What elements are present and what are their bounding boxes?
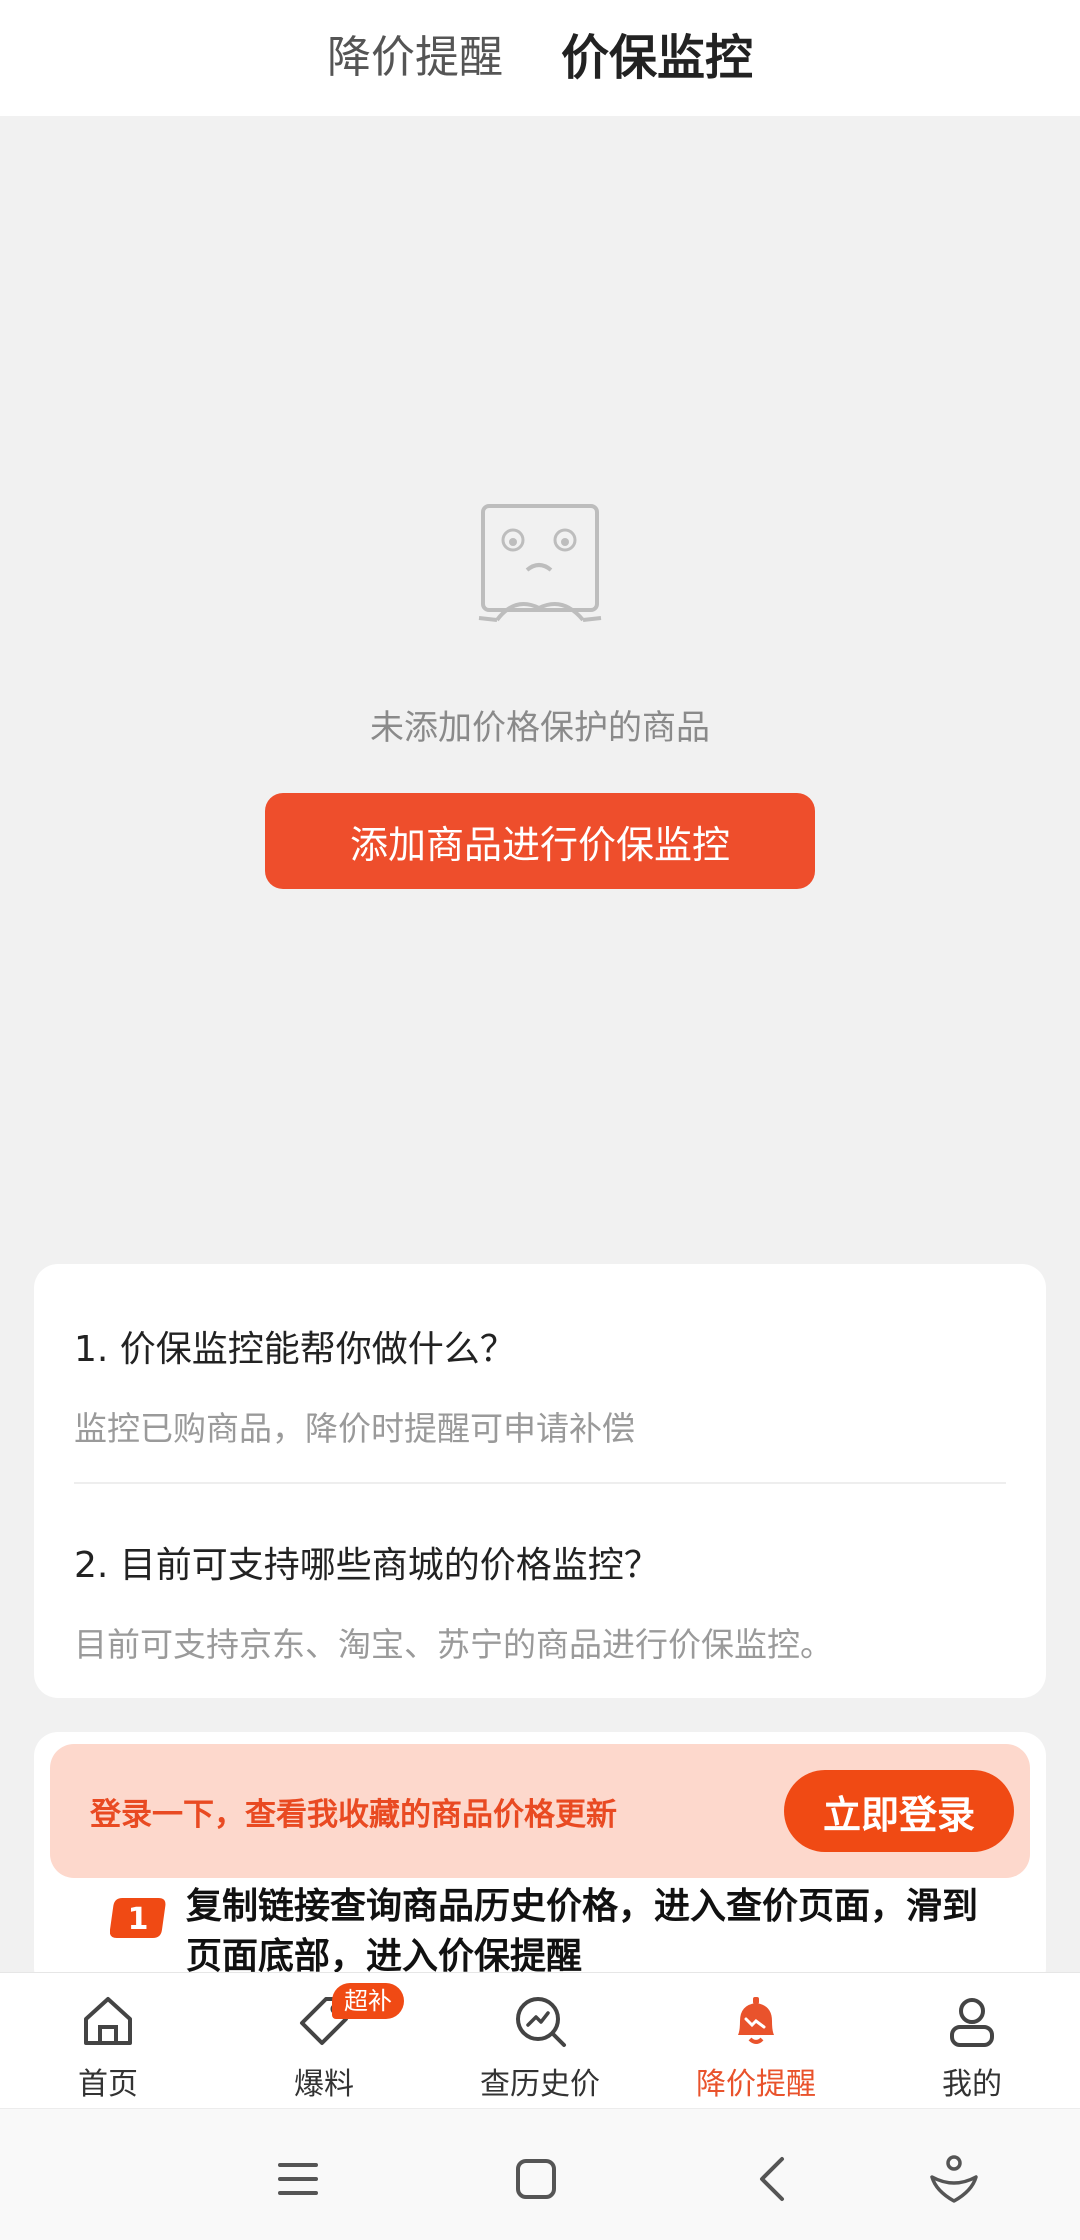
faq-answer: 监控已购商品，降价时提醒可申请补偿 [74, 1409, 635, 1448]
login-prompt-text: 登录一下，查看我收藏的商品价格更新 [90, 1796, 617, 1833]
faq-item: 2. 目前可支持哪些商城的价格监控？ 目前可支持京东、淘宝、苏宁的商品进行价保监… [74, 1536, 1006, 1666]
tab-price-protection-monitor[interactable]: 价保监控 [561, 34, 753, 82]
sad-face-box-icon [478, 504, 602, 622]
nav-label: 我的 [942, 2067, 1002, 2102]
nav-item-deals[interactable]: 超补 爆料 [216, 1973, 432, 2109]
nav-label: 降价提醒 [696, 2067, 816, 2102]
nav-label: 首页 [78, 2067, 138, 2102]
profile-icon [950, 1998, 994, 2047]
nav-item-home[interactable]: 首页 [0, 1973, 216, 2109]
home-square-icon[interactable] [506, 2149, 566, 2209]
add-product-monitor-button[interactable]: 添加商品进行价保监控 [265, 793, 815, 889]
tab-price-drop-alert[interactable]: 降价提醒 [327, 36, 503, 80]
bottom-nav: 首页 超补 爆料 查历史价 降价提醒 我的 [0, 1972, 1080, 2109]
menu-icon[interactable] [268, 2149, 328, 2209]
step-number: 1 [128, 1902, 149, 1937]
top-tab-bar: 降价提醒 价保监控 [0, 0, 1080, 116]
faq-divider [74, 1482, 1006, 1484]
login-button[interactable]: 立即登录 [784, 1770, 1014, 1852]
nav-label: 查历史价 [480, 2067, 600, 2102]
nav-item-profile[interactable]: 我的 [864, 1973, 1080, 2109]
nav-item-price-alert[interactable]: 降价提醒 [648, 1973, 864, 2109]
faq-card: 1. 价保监控能帮你做什么？ 监控已购商品，降价时提醒可申请补偿 2. 目前可支… [34, 1264, 1046, 1698]
price-history-search-icon [516, 1997, 566, 2047]
assistant-icon[interactable] [924, 2149, 984, 2209]
bell-icon [738, 1997, 774, 2044]
home-icon [84, 1997, 132, 2045]
faq-answer: 目前可支持京东、淘宝、苏宁的商品进行价保监控。 [74, 1625, 833, 1664]
super-subsidy-badge: 超补 [332, 1983, 404, 2019]
system-navigation-bar [0, 2108, 1080, 2240]
faq-question: 1. 价保监控能帮你做什么？ [74, 1329, 516, 1370]
empty-state: 未添加价格保护的商品 添加商品进行价保监控 [0, 500, 1080, 889]
nav-item-price-history[interactable]: 查历史价 [432, 1973, 648, 2109]
faq-item: 1. 价保监控能帮你做什么？ 监控已购商品，降价时提醒可申请补偿 [74, 1320, 1006, 1450]
step-instruction: 复制链接查询商品历史价格，进入查价页面，滑到页面底部，进入价保提醒 [186, 1886, 979, 1977]
empty-message: 未添加价格保护的商品 [370, 708, 710, 748]
faq-question: 2. 目前可支持哪些商城的价格监控？ [74, 1545, 660, 1586]
nav-label: 爆料 [294, 2067, 354, 2102]
login-banner: 登录一下，查看我收藏的商品价格更新 立即登录 [50, 1744, 1030, 1878]
back-icon[interactable] [744, 2149, 804, 2209]
login-card: 登录一下，查看我收藏的商品价格更新 立即登录 1 复制链接查询商品历史价格，进入… [34, 1732, 1046, 1992]
step-number-badge: 1 [110, 1898, 166, 1938]
